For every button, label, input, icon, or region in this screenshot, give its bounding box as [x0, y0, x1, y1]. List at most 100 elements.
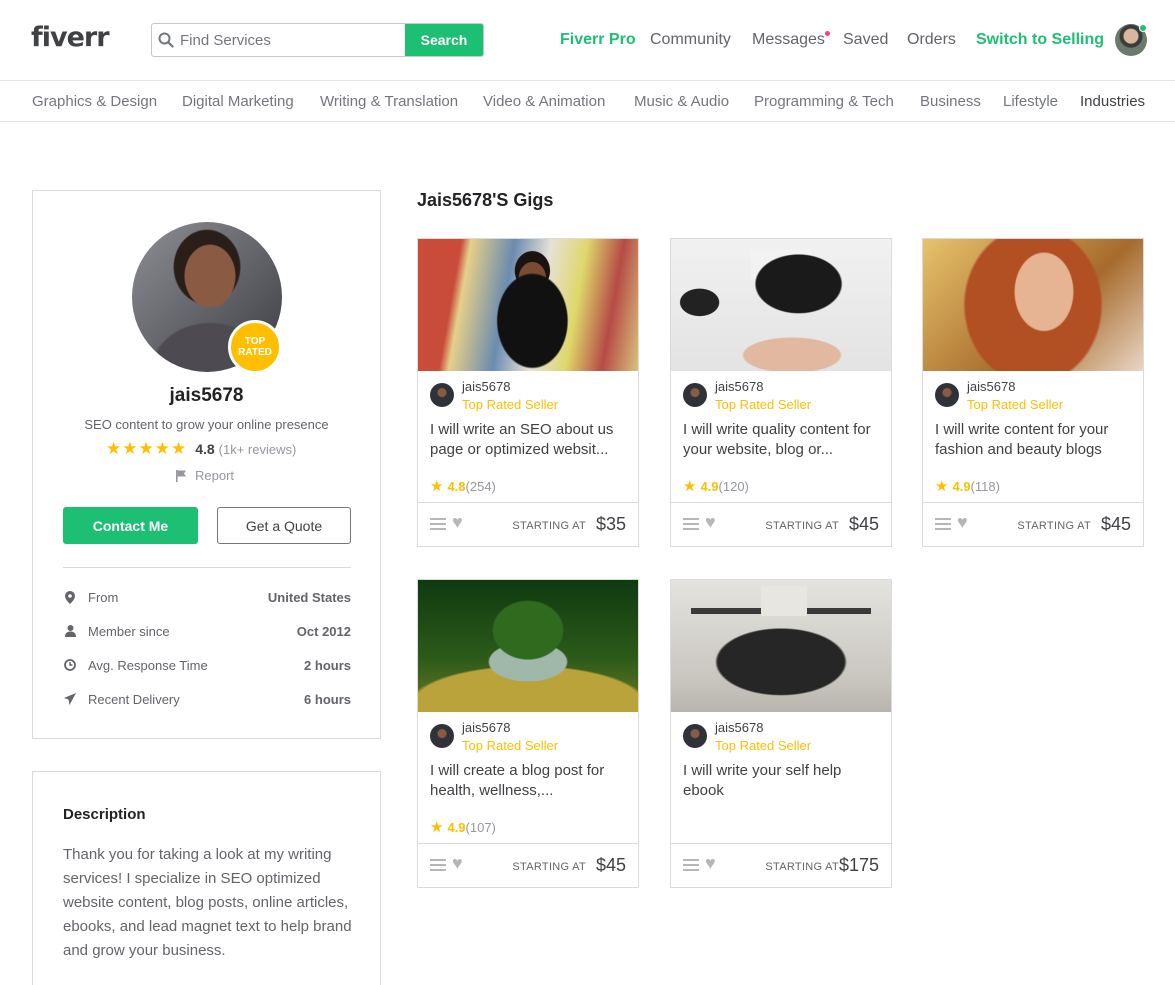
- gig-thumbnail[interactable]: [671, 580, 891, 712]
- category-writing-translation[interactable]: Writing & Translation: [320, 93, 458, 110]
- gig-price: $175: [838, 855, 879, 875]
- nav-orders[interactable]: Orders: [907, 31, 956, 49]
- stat-label: Avg. Response Time: [88, 658, 208, 673]
- gig-seller-level: Top Rated Seller: [462, 397, 559, 412]
- description-heading: Description: [63, 806, 146, 823]
- seller-avatar: [683, 383, 707, 407]
- category-digital-marketing[interactable]: Digital Marketing: [182, 93, 294, 110]
- heart-icon[interactable]: ♥: [705, 853, 716, 874]
- stat-value: Oct 2012: [296, 624, 351, 639]
- gig-card[interactable]: jais5678 Top Rated Seller I will create …: [417, 579, 639, 888]
- gig-footer: ♥ STARTING AT $175: [671, 843, 891, 887]
- collections-menu-icon[interactable]: [683, 859, 699, 871]
- star-icon: ★: [430, 819, 444, 836]
- search-bar: Search: [151, 23, 484, 57]
- collections-menu-icon[interactable]: [430, 518, 446, 530]
- search-input[interactable]: [180, 24, 405, 56]
- gig-title[interactable]: I will write quality content for your we…: [683, 420, 881, 460]
- user-icon: [63, 625, 77, 640]
- review-count[interactable]: (1k+ reviews): [219, 442, 297, 457]
- gig-thumbnail[interactable]: [418, 580, 638, 712]
- stat-label: From: [88, 590, 119, 605]
- category-graphics-design[interactable]: Graphics & Design: [32, 93, 157, 110]
- stat-response-time: Avg. Response Time 2 hours: [63, 658, 351, 678]
- gig-footer: ♥ STARTING AT $35: [418, 502, 638, 546]
- nav-messages[interactable]: Messages: [752, 31, 825, 49]
- starting-at-label: STARTING AT: [512, 520, 586, 532]
- gig-title[interactable]: I will create a blog post for health, we…: [430, 761, 628, 801]
- seller-username: jais5678: [169, 385, 244, 406]
- nav-saved[interactable]: Saved: [843, 31, 888, 49]
- gig-thumbnail[interactable]: [671, 239, 891, 371]
- starting-at-label: STARTING AT: [512, 861, 586, 873]
- stat-member-since: Member since Oct 2012: [63, 624, 351, 644]
- starting-at-label: STARTING AT: [1017, 520, 1091, 532]
- nav-fiverr-pro[interactable]: Fiverr Pro: [560, 31, 636, 49]
- top-rated-badge: TOP RATED: [228, 320, 282, 374]
- rating-value: 4.8: [195, 441, 215, 457]
- gig-footer: ♥ STARTING AT $45: [671, 502, 891, 546]
- gig-price: $45: [848, 514, 879, 534]
- gig-card[interactable]: jais5678 Top Rated Seller I will write y…: [670, 579, 892, 888]
- gig-seller-name[interactable]: jais5678: [715, 379, 763, 394]
- seller-avatar: [430, 724, 454, 748]
- collections-menu-icon[interactable]: [935, 518, 951, 530]
- gig-title[interactable]: I will write content for your fashion an…: [935, 420, 1133, 460]
- stat-recent-delivery: Recent Delivery 6 hours: [63, 692, 351, 712]
- gig-rating: ★ 4.8 (254): [430, 477, 496, 495]
- heart-icon[interactable]: ♥: [452, 512, 463, 533]
- gig-title[interactable]: I will write your self help ebook: [683, 761, 881, 801]
- starting-at-label: STARTING AT: [765, 520, 839, 532]
- gig-price: $35: [595, 514, 626, 534]
- gig-thumbnail[interactable]: [418, 239, 638, 371]
- category-business[interactable]: Business: [920, 93, 981, 110]
- seller-rating: ★★★★★ 4.8 (1k+ reviews): [106, 439, 296, 459]
- gig-seller-level: Top Rated Seller: [462, 738, 559, 753]
- heart-icon[interactable]: ♥: [705, 512, 716, 533]
- gig-seller-name[interactable]: jais5678: [462, 379, 510, 394]
- stat-value: 6 hours: [304, 692, 351, 707]
- gig-rating: ★ 4.9 (107): [430, 818, 496, 836]
- collections-menu-icon[interactable]: [683, 518, 699, 530]
- report-link[interactable]: Report: [175, 468, 234, 483]
- divider: [63, 567, 351, 568]
- category-music-audio[interactable]: Music & Audio: [634, 93, 729, 110]
- gig-seller-level: Top Rated Seller: [715, 738, 812, 753]
- gig-rating-value: 4.8: [447, 478, 466, 494]
- star-icon: ★: [430, 478, 444, 495]
- unread-dot: [825, 31, 830, 36]
- description-card: Description Thank you for taking a look …: [32, 771, 381, 985]
- gig-card[interactable]: jais5678 Top Rated Seller I will write q…: [670, 238, 892, 547]
- gig-seller-level: Top Rated Seller: [967, 397, 1064, 412]
- collections-menu-icon[interactable]: [430, 859, 446, 871]
- gig-rating: ★ 4.9 (120): [683, 477, 749, 495]
- category-video-animation[interactable]: Video & Animation: [483, 93, 605, 110]
- gig-thumbnail[interactable]: [923, 239, 1143, 371]
- gig-card[interactable]: jais5678 Top Rated Seller I will write c…: [922, 238, 1144, 547]
- category-programming-tech[interactable]: Programming & Tech: [754, 93, 894, 110]
- seller-avatar: [430, 383, 454, 407]
- category-lifestyle[interactable]: Lifestyle: [1003, 93, 1058, 110]
- gig-rating-value: 4.9: [700, 478, 719, 494]
- gig-title[interactable]: I will write an SEO about us page or opt…: [430, 420, 628, 460]
- description-text: Thank you for taking a look at my writin…: [63, 846, 352, 959]
- gig-seller-name[interactable]: jais5678: [462, 720, 510, 735]
- gig-price: $45: [1100, 514, 1131, 534]
- fiverr-logo[interactable]: fiverr: [31, 22, 110, 53]
- get-a-quote-button[interactable]: Get a Quote: [217, 507, 351, 544]
- stat-label: Member since: [88, 624, 170, 639]
- category-industries[interactable]: Industries: [1080, 93, 1145, 110]
- contact-me-button[interactable]: Contact Me: [63, 507, 198, 544]
- heart-icon[interactable]: ♥: [452, 853, 463, 874]
- gig-rating-value: 4.9: [952, 478, 971, 494]
- gig-card[interactable]: jais5678 Top Rated Seller I will write a…: [417, 238, 639, 547]
- gig-seller-name[interactable]: jais5678: [967, 379, 1015, 394]
- location-pin-icon: [63, 591, 77, 607]
- gig-seller-name[interactable]: jais5678: [715, 720, 763, 735]
- seller-avatar: [683, 724, 707, 748]
- gig-footer: ♥ STARTING AT $45: [923, 502, 1143, 546]
- search-button[interactable]: Search: [405, 24, 483, 56]
- nav-community[interactable]: Community: [650, 31, 731, 49]
- heart-icon[interactable]: ♥: [957, 512, 968, 533]
- nav-switch-to-selling[interactable]: Switch to Selling: [976, 31, 1104, 49]
